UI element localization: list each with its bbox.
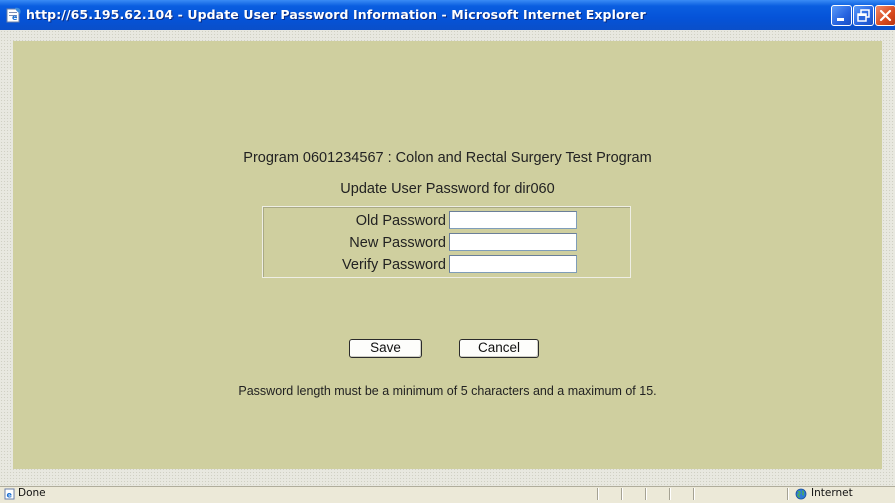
old-password-row: Old Password: [263, 211, 630, 231]
password-length-note: Password length must be a minimum of 5 c…: [238, 384, 657, 398]
close-button[interactable]: [875, 5, 895, 26]
close-icon: [879, 9, 892, 22]
minimize-icon: [837, 18, 844, 21]
page-heading: Update User Password for dir060: [340, 181, 555, 197]
page-viewport: Program 0601234567 : Colon and Rectal Su…: [0, 30, 895, 486]
security-zone-label: Internet: [811, 487, 853, 499]
status-divider: [645, 488, 646, 500]
program-title: Program 0601234567 : Colon and Rectal Su…: [243, 150, 652, 166]
password-form: Old Password New Password Verify Passwor…: [262, 206, 631, 278]
verify-password-label: Verify Password: [342, 257, 446, 273]
title-bar: e http://65.195.62.104 - Update User Pas…: [0, 0, 895, 30]
new-password-field[interactable]: [449, 233, 577, 251]
verify-password-row: Verify Password: [263, 255, 630, 275]
restore-icon: [857, 9, 870, 22]
status-divider: [787, 488, 788, 500]
svg-text:e: e: [7, 491, 13, 500]
save-button[interactable]: Save: [349, 339, 422, 358]
status-bar: e Done Internet: [0, 486, 895, 500]
status-divider: [597, 488, 598, 500]
status-divider: [693, 488, 694, 500]
svg-text:e: e: [12, 13, 18, 22]
content-panel: Program 0601234567 : Colon and Rectal Su…: [13, 41, 882, 469]
new-password-row: New Password: [263, 233, 630, 253]
old-password-label: Old Password: [355, 213, 446, 229]
window-title: http://65.195.62.104 - Update User Passw…: [26, 7, 646, 22]
new-password-label: New Password: [349, 235, 446, 251]
old-password-field[interactable]: [449, 211, 577, 229]
internet-globe-icon: [795, 488, 807, 500]
ie-page-icon: e: [6, 7, 22, 23]
minimize-button[interactable]: [831, 5, 852, 26]
status-text: Done: [18, 487, 46, 499]
restore-button[interactable]: [853, 5, 874, 26]
status-divider: [621, 488, 622, 500]
verify-password-field[interactable]: [449, 255, 577, 273]
status-divider: [669, 488, 670, 500]
page-done-icon: e: [4, 488, 16, 500]
cancel-button[interactable]: Cancel: [459, 339, 539, 358]
